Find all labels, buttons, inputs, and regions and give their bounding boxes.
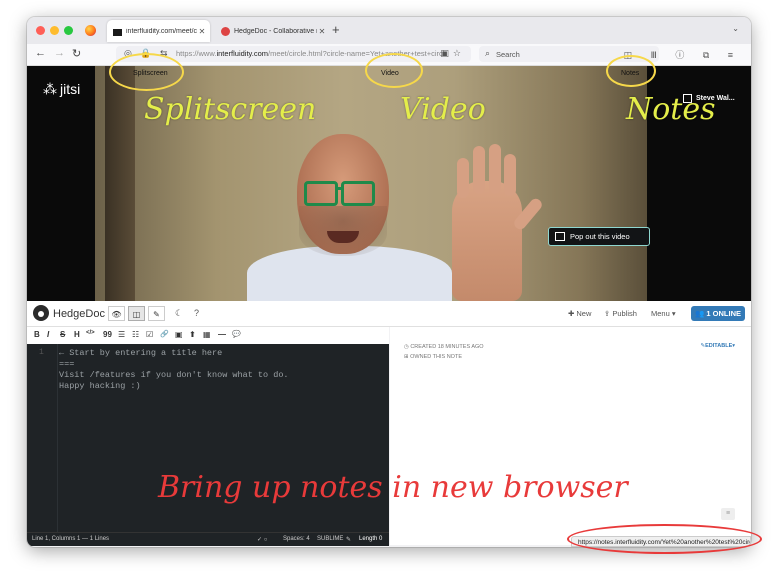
status-url-highlight-ring <box>567 524 762 554</box>
tab-label: HedgeDoc - Collaborative markdown notes <box>234 27 317 35</box>
indent-setting[interactable]: Spaces: 4 <box>283 536 310 542</box>
notes-annotation: Notes <box>626 92 716 127</box>
pop-out-video-button[interactable]: Pop out this video <box>548 227 650 246</box>
quote-button[interactable]: 99 <box>103 330 112 339</box>
video-person-finger <box>489 144 501 194</box>
jitsi-logo-icon: ⁂ <box>43 81 57 97</box>
close-tab-icon[interactable]: ✕ <box>317 27 327 36</box>
chevron-down-icon[interactable]: ⌄ <box>732 24 739 33</box>
close-window-button[interactable] <box>36 26 45 35</box>
video-person-finger <box>504 154 516 196</box>
line-number-gutter: 1 <box>27 344 58 532</box>
hedgedoc-navbar: HedgeDoc 👁 ◫ ✎ ☾ ? ✚ New ⇪ Publish Menu … <box>27 301 751 327</box>
bold-button[interactable]: B <box>34 330 40 339</box>
italic-button[interactable]: I <box>47 330 49 339</box>
unordered-list-button[interactable]: ☰ <box>118 330 125 339</box>
checklist-button[interactable]: ☑ <box>146 330 153 339</box>
publish-button[interactable]: ⇪ Publish <box>604 309 637 318</box>
bookmark-star-icon[interactable]: ▣☆ <box>440 48 465 59</box>
table-button[interactable]: ▦ <box>203 330 211 339</box>
video-person-glasses <box>341 181 375 206</box>
bring-up-notes-annotation: Bring up notes in new browser <box>158 470 628 505</box>
new-tab-button[interactable]: + <box>332 22 340 37</box>
video-highlight-ring <box>365 53 423 88</box>
help-icon[interactable]: ? <box>194 308 199 318</box>
scroll-menu-icon[interactable]: ≡ <box>721 508 735 520</box>
splitscreen-annotation: Splitscreen <box>144 92 317 127</box>
line-number: 1 <box>39 348 44 357</box>
tab-label: interfluidity.com/meet/circle.html <box>126 27 197 35</box>
editor-text[interactable]: ← Start by entering a title here === Vis… <box>59 348 289 392</box>
video-person-hand <box>452 181 522 301</box>
editor-toolbar: B I S H </> 99 ☰ ☷ ☑ 🔗 ▣ ⬆ ▦ — 💬 <box>27 327 389 345</box>
video-annotation: Video <box>400 92 486 127</box>
upload-button[interactable]: ⬆ <box>189 330 196 339</box>
cursor-position: Line 1, Columns 1 — 1 Lines <box>32 536 110 542</box>
editor-status-bar: Line 1, Columns 1 — 1 Lines ✓ ○ Spaces: … <box>27 532 389 546</box>
online-users-button[interactable]: 👥 1 ONLINE <box>691 306 745 321</box>
forward-icon[interactable]: → <box>54 47 65 59</box>
split-mode-button[interactable]: ◫ <box>128 306 145 321</box>
wrench-icon[interactable]: ✎ <box>346 536 351 543</box>
search-icon: ⌕ <box>485 48 491 58</box>
hedgedoc-brand[interactable]: HedgeDoc <box>53 308 105 320</box>
ordered-list-button[interactable]: ☷ <box>132 330 139 339</box>
tab-hedgedoc[interactable]: HedgeDoc - Collaborative markdown notes … <box>215 20 330 42</box>
search-placeholder: Search <box>496 50 520 59</box>
video-person-glasses <box>304 181 338 206</box>
splitscreen-highlight-ring <box>109 53 184 91</box>
pop-out-icon <box>555 232 565 241</box>
close-tab-icon[interactable]: ✕ <box>197 27 207 36</box>
maximize-window-button[interactable] <box>64 26 73 35</box>
notes-highlight-ring <box>606 55 656 87</box>
link-button[interactable]: 🔗 <box>160 330 169 338</box>
firefox-icon <box>85 25 96 36</box>
jitsi-logo: ⁂ jitsi <box>43 81 81 97</box>
edit-mode-button[interactable]: ✎ <box>148 306 165 321</box>
minimize-window-button[interactable] <box>50 26 59 35</box>
horizontal-rule-button[interactable]: — <box>218 330 226 339</box>
comment-button[interactable]: 💬 <box>232 330 241 338</box>
markdown-preview: ◷ CREATED 18 MINUTES AGO ⊞ OWNED THIS NO… <box>390 327 751 545</box>
back-icon[interactable]: ← <box>35 47 46 59</box>
image-button[interactable]: ▣ <box>175 330 183 339</box>
keymap-setting[interactable]: SUBLIME <box>317 536 343 542</box>
view-mode-button[interactable]: 👁 <box>108 306 125 321</box>
new-note-button[interactable]: ✚ New <box>568 309 591 318</box>
menu-button[interactable]: Menu ▾ <box>651 309 676 318</box>
hedgedoc-logo-icon <box>33 305 49 321</box>
night-theme-icon[interactable]: ☾ <box>175 308 183 319</box>
strikethrough-button[interactable]: S <box>60 330 65 339</box>
owner-info: ⊞ OWNED THIS NOTE <box>404 354 462 360</box>
permission-dropdown[interactable]: ✎EDITABLE▾ <box>701 343 735 349</box>
check-icon: ✓ ○ <box>257 537 268 543</box>
reload-icon[interactable]: ↻ <box>72 47 81 60</box>
code-button[interactable]: </> <box>86 330 95 336</box>
video-person-finger <box>457 158 469 198</box>
video-person-glasses <box>336 187 343 190</box>
hedgedoc-favicon-icon <box>221 26 230 36</box>
pop-out-label: Pop out this video <box>570 232 630 241</box>
tab-strip: interfluidity.com/meet/circle.html ✕ Hed… <box>27 17 751 44</box>
heading-button[interactable]: H <box>74 330 80 339</box>
jitsi-favicon-icon <box>113 26 122 36</box>
created-info: ◷ CREATED 18 MINUTES AGO <box>404 344 484 350</box>
tab-jitsi[interactable]: interfluidity.com/meet/circle.html ✕ <box>107 20 210 42</box>
video-door <box>105 66 135 301</box>
video-person-finger <box>473 146 485 194</box>
length-indicator: Length 0 <box>359 536 383 542</box>
